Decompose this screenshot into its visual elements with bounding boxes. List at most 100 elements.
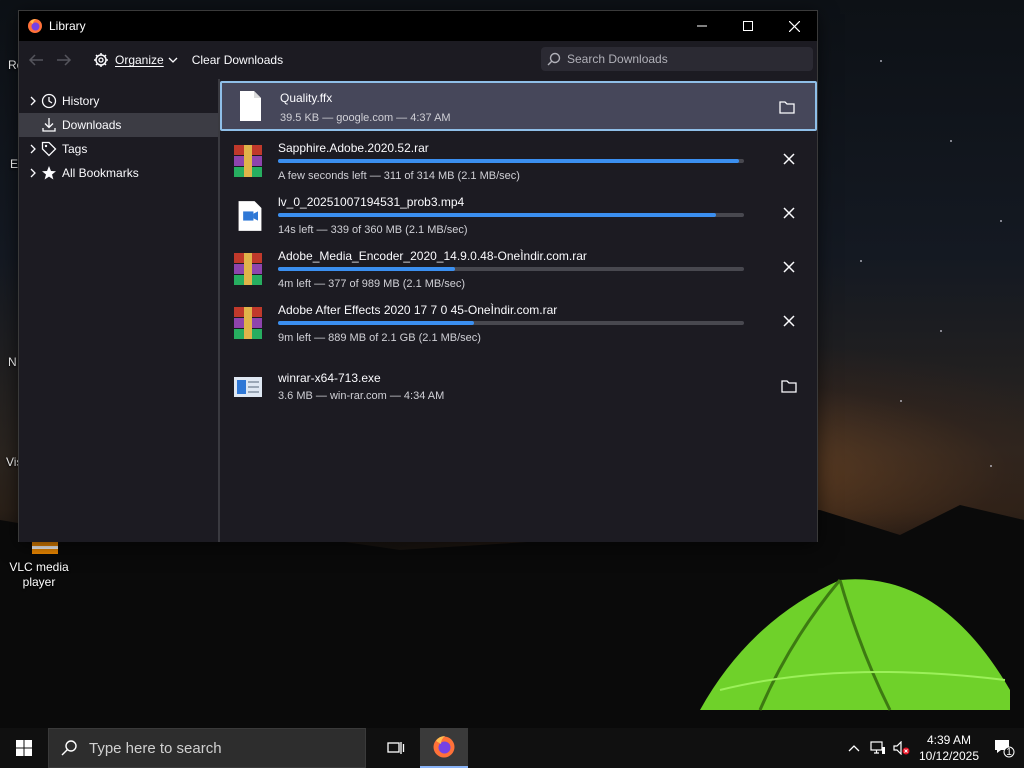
tag-icon xyxy=(41,141,57,157)
download-item[interactable]: Adobe After Effects 2020 17 7 0 45-OneÌn… xyxy=(220,297,817,351)
download-filename: Adobe_Media_Encoder_2020_14.9.0.48-OneÌn… xyxy=(278,249,587,263)
history-icon xyxy=(41,93,57,109)
search-icon xyxy=(61,740,77,756)
firefox-icon xyxy=(28,19,42,33)
clock-date: 10/12/2025 xyxy=(918,749,980,763)
taskbar: Type here to search 4:39 AM 10/12/2025 1 xyxy=(0,728,1024,768)
cancel-download-button[interactable] xyxy=(779,203,799,223)
volume-muted-icon xyxy=(893,741,910,755)
back-button[interactable] xyxy=(25,49,47,71)
sidebar-item-tags[interactable]: Tags xyxy=(19,137,218,161)
sidebar-item-all-bookmarks[interactable]: All Bookmarks xyxy=(19,161,218,185)
minimize-button[interactable] xyxy=(679,11,725,41)
expand-chevron-icon[interactable] xyxy=(29,168,37,178)
chevron-down-icon xyxy=(168,57,178,63)
taskbar-clock[interactable]: 4:39 AM 10/12/2025 xyxy=(914,732,984,764)
notification-count-badge: 1 xyxy=(1006,746,1012,758)
download-status: A few seconds left — 311 of 314 MB (2.1 … xyxy=(278,170,520,182)
gear-icon xyxy=(94,53,108,67)
download-status: 4m left — 377 of 989 MB (2.1 MB/sec) xyxy=(278,278,466,290)
download-item[interactable]: Sapphire.Adobe.2020.52.rar A few seconds… xyxy=(220,135,817,189)
video-file-icon xyxy=(238,201,262,231)
download-progress-fill xyxy=(278,213,717,217)
title-bar[interactable]: Library xyxy=(19,11,817,41)
expand-chevron-icon[interactable] xyxy=(29,96,37,106)
organize-label: Organize xyxy=(115,53,164,67)
sidebar-item-label: All Bookmarks xyxy=(62,166,139,180)
winrar-archive-icon xyxy=(234,307,262,339)
show-hidden-icons-button[interactable] xyxy=(842,728,866,768)
action-center-button[interactable]: 1 xyxy=(984,728,1024,768)
search-downloads-input[interactable] xyxy=(567,52,797,66)
chevron-up-icon xyxy=(848,745,860,752)
forward-button[interactable] xyxy=(53,49,75,71)
download-progress-bar xyxy=(278,267,744,271)
installer-icon xyxy=(234,377,262,397)
volume-button[interactable] xyxy=(890,728,914,768)
cancel-download-button[interactable] xyxy=(779,257,799,277)
show-in-folder-button[interactable] xyxy=(779,376,799,396)
minimize-icon xyxy=(697,25,707,27)
clear-downloads-button[interactable]: Clear Downloads xyxy=(192,48,283,72)
close-icon xyxy=(783,315,795,327)
search-box[interactable] xyxy=(541,47,813,71)
cancel-download-button[interactable] xyxy=(779,311,799,331)
desktop-icon-label-fragment[interactable]: N xyxy=(8,355,17,369)
taskbar-firefox-button[interactable] xyxy=(420,728,468,768)
network-icon xyxy=(870,741,885,754)
close-icon xyxy=(783,207,795,219)
start-button[interactable] xyxy=(0,728,48,768)
sidebar-item-downloads[interactable]: Downloads xyxy=(19,113,218,137)
maximize-icon xyxy=(743,21,753,31)
forward-arrow-icon xyxy=(57,54,72,66)
window-title: Library xyxy=(49,19,86,33)
library-window: Library Organize Clear Downloads Search … xyxy=(18,10,818,542)
download-status: 9m left — 889 MB of 2.1 GB (2.1 MB/sec) xyxy=(278,332,481,344)
expand-chevron-icon[interactable] xyxy=(29,144,37,154)
cancel-download-button[interactable] xyxy=(779,149,799,169)
task-view-icon xyxy=(387,742,405,754)
download-filename: Quality.ffx xyxy=(280,91,333,105)
download-filename: Adobe After Effects 2020 17 7 0 45-OneÌn… xyxy=(278,303,558,317)
search-icon xyxy=(547,52,561,66)
network-status-button[interactable] xyxy=(866,728,890,768)
download-status: 3.6 MB — win-rar.com — 4:34 AM xyxy=(278,390,445,402)
download-filename: lv_0_20251007194531_prob3.mp4 xyxy=(278,195,465,209)
maximize-button[interactable] xyxy=(725,11,771,41)
download-progress-fill xyxy=(278,159,740,163)
show-in-folder-button[interactable] xyxy=(777,97,797,117)
system-tray: 4:39 AM 10/12/2025 1 xyxy=(842,728,1024,768)
download-filename: winrar-x64-713.exe xyxy=(278,371,381,385)
download-progress-fill xyxy=(278,267,456,271)
task-view-button[interactable] xyxy=(372,728,420,768)
download-item[interactable]: lv_0_20251007194531_prob3.mp4 14s left —… xyxy=(220,189,817,243)
download-item[interactable]: winrar-x64-713.exe 3.6 MB — win-rar.com … xyxy=(220,359,817,409)
vlc-desktop-icon[interactable]: VLC media player xyxy=(4,536,74,590)
library-sidebar: History Downloads Tags All Bookmarks xyxy=(19,79,218,542)
desktop-icon-label: VLC media player xyxy=(9,560,69,589)
close-icon xyxy=(788,20,800,32)
firefox-icon xyxy=(433,736,455,758)
organize-menu-button[interactable]: Organize xyxy=(93,48,178,72)
winrar-archive-icon xyxy=(234,145,262,177)
file-icon xyxy=(240,91,261,121)
download-item[interactable]: Adobe_Media_Encoder_2020_14.9.0.48-OneÌn… xyxy=(220,243,817,297)
close-window-button[interactable] xyxy=(771,11,817,41)
sidebar-item-history[interactable]: History xyxy=(19,89,218,113)
download-progress-fill xyxy=(278,321,474,325)
sidebar-item-label: Tags xyxy=(62,142,88,156)
star-icon xyxy=(42,166,56,180)
desktop-icon-label-fragment[interactable]: E xyxy=(10,157,18,171)
back-arrow-icon xyxy=(28,54,43,66)
clock-time: 4:39 AM xyxy=(926,733,972,747)
download-status: 14s left — 339 of 360 MB (2.1 MB/sec) xyxy=(278,224,468,236)
taskbar-search-box[interactable]: Type here to search xyxy=(48,728,366,768)
download-item[interactable]: Quality.ffx 39.5 KB — google.com — 4:37 … xyxy=(220,81,817,131)
sidebar-item-label: History xyxy=(62,94,100,108)
downloads-list: Quality.ffx 39.5 KB — google.com — 4:37 … xyxy=(220,79,817,542)
download-progress-bar xyxy=(278,213,744,217)
close-icon xyxy=(783,261,795,273)
windows-logo-icon xyxy=(16,740,32,756)
taskbar-search-placeholder: Type here to search xyxy=(89,739,222,757)
sidebar-item-label: Downloads xyxy=(62,118,122,132)
